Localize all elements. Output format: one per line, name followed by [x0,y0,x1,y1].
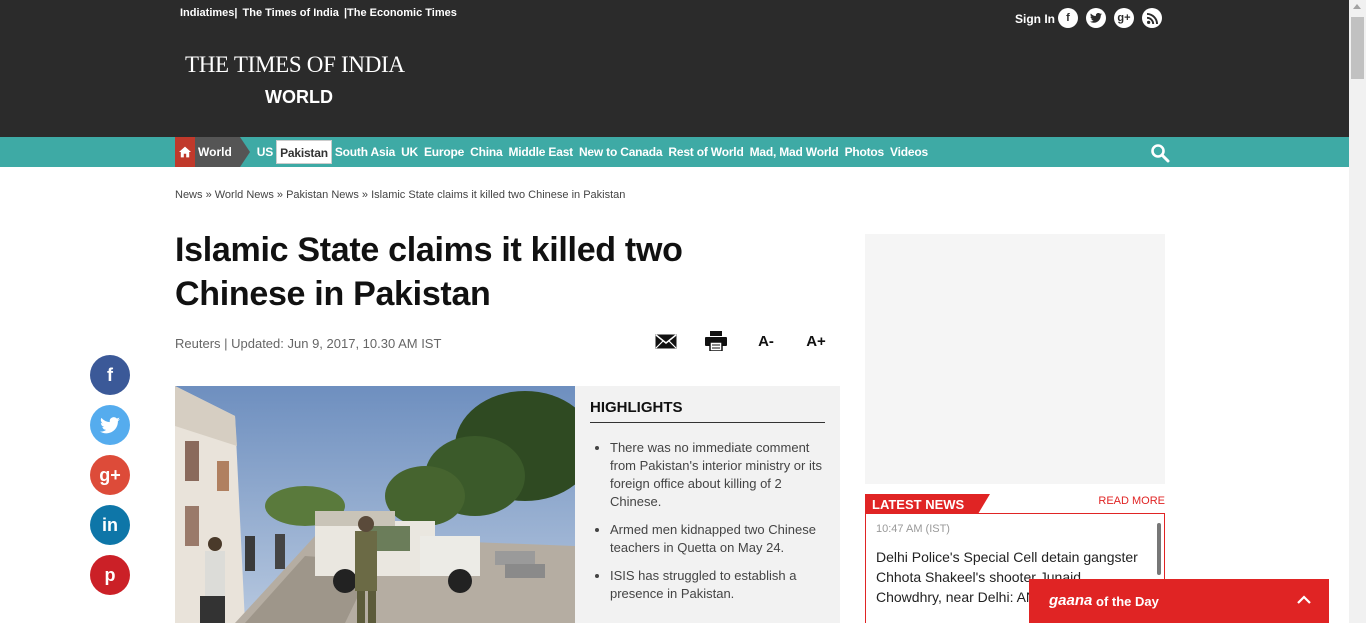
rss-icon[interactable] [1142,8,1162,28]
latest-news-header: LATEST NEWS READ MORE [865,494,1165,514]
network-links: Indiatimes| The Times of India |The Econ… [180,7,457,19]
share-bar: f g+ in p [90,355,130,595]
article-byline: Reuters | Updated: Jun 9, 2017, 10.30 AM… [175,336,442,351]
nav-item-pakistan[interactable]: Pakistan [276,140,332,164]
font-increase-button[interactable]: A+ [805,330,827,352]
header-social-icons: f g+ [1058,8,1162,28]
email-icon[interactable] [655,330,677,352]
nav-item-china[interactable]: China [467,140,505,164]
section-title: WORLD [265,87,333,107]
main-nav: World US Pakistan South Asia UK Europe C… [0,137,1349,167]
pinterest-share-icon[interactable]: p [90,555,130,595]
sign-in-link[interactable]: Sign In [1015,12,1055,26]
nav-item-new-to-canada[interactable]: New to Canada [576,140,665,164]
print-icon[interactable] [705,330,727,352]
page-scrollbar[interactable] [1349,0,1366,623]
nav-item-photos[interactable]: Photos [842,140,887,164]
article-tools: A- A+ [655,330,827,352]
nav-item-us[interactable]: US [254,140,276,164]
highlights-list: There was no immediate comment from Paki… [610,439,828,613]
chevron-up-icon[interactable] [1295,591,1313,609]
nav-world[interactable]: World [195,137,250,167]
nav-item-videos[interactable]: Videos [887,140,931,164]
twitter-icon[interactable] [1086,8,1106,28]
nav-item-south-asia[interactable]: South Asia [332,140,398,164]
indiatimes-link[interactable]: Indiatimes| [180,7,237,19]
news-timestamp: 10:47 AM (IST) [876,523,950,535]
highlights-box: HIGHLIGHTS There was no immediate commen… [575,386,840,623]
home-icon[interactable] [175,137,195,167]
article-image [175,386,575,623]
highlight-item: Armed men kidnapped two Chinese teachers… [610,521,828,557]
nav-item-rest-of-world[interactable]: Rest of World [665,140,746,164]
scrollbar-thumb[interactable] [1351,17,1364,79]
site-header: Indiatimes| The Times of India |The Econ… [0,0,1349,137]
gaana-logo: gaana [1049,592,1093,609]
scroll-up-arrow-icon[interactable] [1353,4,1361,9]
read-more-link[interactable]: READ MORE [1098,495,1165,507]
breadcrumb-pakistan-news[interactable]: Pakistan News [286,189,359,201]
nav-item-mad-mad-world[interactable]: Mad, Mad World [747,140,842,164]
font-decrease-button[interactable]: A- [755,330,777,352]
latest-news-title: LATEST NEWS [865,494,991,514]
search-icon[interactable] [1150,143,1170,163]
nav-item-middle-east[interactable]: Middle East [505,140,575,164]
latest-news-scrollbar[interactable] [1157,523,1161,575]
highlight-item: There was no immediate comment from Paki… [610,439,828,511]
nav-items: US Pakistan South Asia UK Europe China M… [254,140,931,164]
highlights-title: HIGHLIGHTS [590,399,825,423]
breadcrumb: News » World News » Pakistan News » Isla… [175,189,626,201]
nav-item-europe[interactable]: Europe [421,140,467,164]
breadcrumb-world-news[interactable]: World News [215,189,274,201]
toi-link[interactable]: The Times of India [239,7,339,19]
google-plus-icon[interactable]: g+ [1114,8,1134,28]
breadcrumb-news[interactable]: News [175,189,203,201]
facebook-icon[interactable]: f [1058,8,1078,28]
twitter-share-icon[interactable] [90,405,130,445]
gaana-widget[interactable]: gaana of the Day [1029,579,1329,623]
gaana-label: of the Day [1096,594,1159,609]
article-headline: Islamic State claims it killed two Chine… [175,231,683,313]
economic-times-link[interactable]: |The Economic Times [341,7,457,19]
linkedin-share-icon[interactable]: in [90,505,130,545]
breadcrumb-current: Islamic State claims it killed two Chine… [371,189,626,201]
google-plus-share-icon[interactable]: g+ [90,455,130,495]
site-logo[interactable]: THE TIMES OF INDIA [185,52,405,78]
ad-placeholder [865,234,1165,484]
facebook-share-icon[interactable]: f [90,355,130,395]
highlight-item: ISIS has struggled to establish a presen… [610,567,828,603]
nav-item-uk[interactable]: UK [398,140,421,164]
